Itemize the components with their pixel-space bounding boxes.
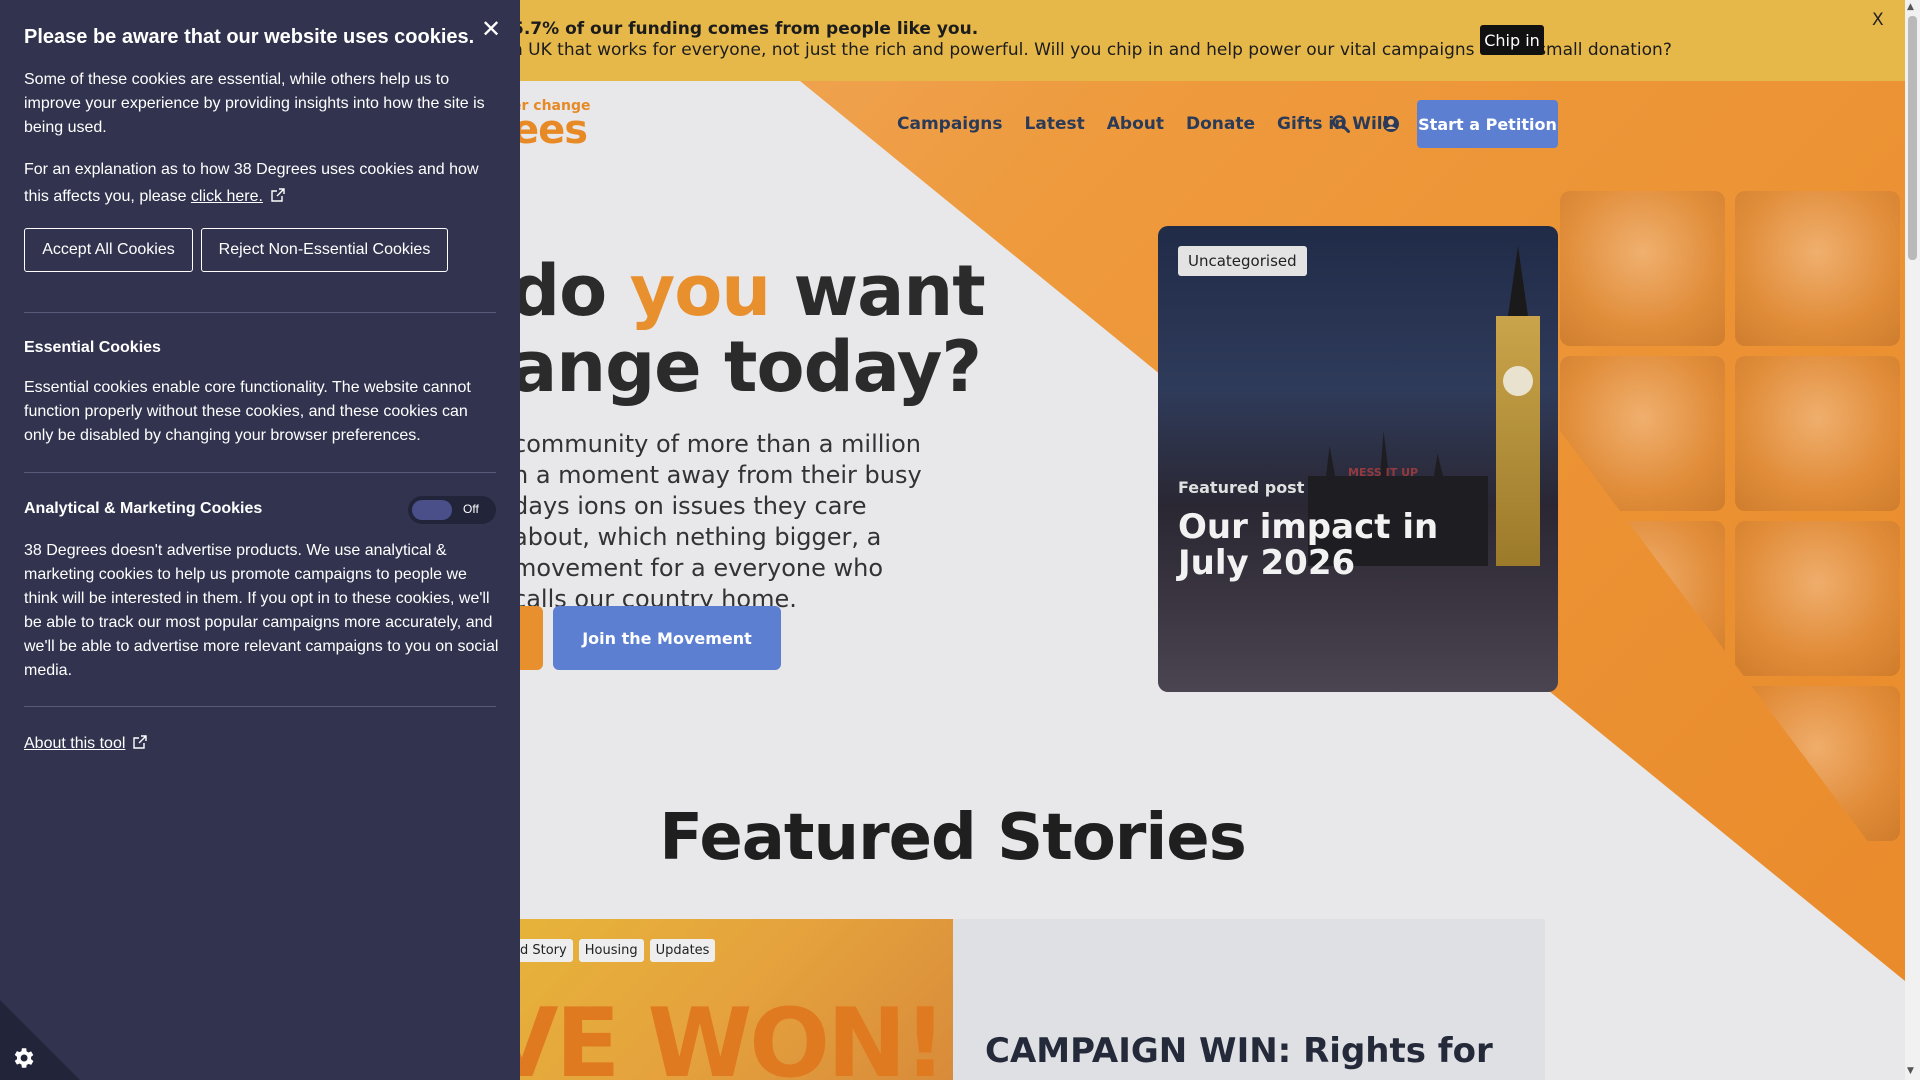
external-link-icon	[271, 188, 285, 202]
reject-non-essential-button[interactable]: Reject Non-Essential Cookies	[201, 228, 448, 272]
start-petition-button[interactable]: Start a Petition	[1417, 100, 1558, 148]
analytics-cookies-text: 38 Degrees doesn't advertise products. W…	[24, 542, 499, 679]
story-title[interactable]: CAMPAIGN WIN: Rights for	[985, 1031, 1493, 1071]
about-tool-link[interactable]: About this tool	[24, 735, 148, 753]
essential-cookies-text: Essential cookies enable core functional…	[24, 379, 471, 444]
about-tool-label: About this tool	[24, 735, 126, 752]
banner-headline: 5.7% of our funding comes from people li…	[512, 19, 979, 39]
building-projection: MESS IT UP	[1348, 466, 1419, 479]
divider	[24, 312, 496, 313]
chip-in-button[interactable]: Chip in	[1480, 25, 1544, 55]
headline-line2: ange today?	[510, 326, 982, 408]
story-tag[interactable]: Updates	[649, 939, 716, 962]
accept-all-cookies-button[interactable]: Accept All Cookies	[24, 228, 193, 272]
banner-close-button[interactable]: X	[1872, 10, 1884, 30]
headline-accent: you	[629, 250, 772, 332]
toggle-state-label: Off	[463, 502, 479, 516]
cookie-explanation: For an explanation as to how 38 Degrees …	[24, 156, 500, 210]
cookie-title: Please be aware that our website uses co…	[24, 26, 475, 48]
hero-intro: community of more than a million n a mom…	[513, 430, 922, 613]
scroll-down-arrow-icon[interactable]: ▼	[1907, 1066, 1914, 1076]
cookie-consent-panel: Please be aware that our website uses co…	[0, 0, 520, 1080]
join-movement-button[interactable]: Join the Movement	[553, 606, 781, 670]
story-image-text: VE WON!	[505, 989, 947, 1080]
nav-donate[interactable]: Donate	[1186, 114, 1255, 134]
nav-about[interactable]: About	[1107, 114, 1164, 134]
main-nav: Campaigns Latest About Donate Gifts in W…	[897, 114, 1399, 134]
hero-headline: do you want ange today?	[510, 250, 986, 408]
analytics-cookies-toggle[interactable]: Off	[408, 496, 496, 524]
external-link-icon	[133, 735, 148, 749]
story-panel: CAMPAIGN WIN: Rights for	[953, 919, 1545, 1080]
category-tag[interactable]: Uncategorised	[1178, 246, 1307, 276]
nav-latest[interactable]: Latest	[1025, 114, 1085, 134]
story-tag[interactable]: Housing	[578, 939, 644, 962]
essential-cookies-heading: Essential Cookies	[24, 339, 161, 356]
site-logo[interactable]: er change ees	[512, 98, 590, 150]
headline-part1: do	[510, 250, 630, 332]
close-icon[interactable]: ✕	[481, 15, 501, 44]
click-here-link[interactable]: click here.	[191, 188, 263, 205]
scrollbar-thumb[interactable]	[1908, 16, 1917, 260]
gear-icon[interactable]	[10, 1045, 36, 1071]
headline-part2: want	[770, 250, 986, 332]
logo-wordmark: ees	[512, 107, 588, 153]
featured-post-label: Featured post	[1178, 478, 1305, 497]
nav-campaigns[interactable]: Campaigns	[897, 114, 1003, 134]
scroll-up-arrow-icon[interactable]: ▲	[1907, 2, 1914, 12]
divider	[24, 472, 496, 473]
featured-post-title[interactable]: Our impact in July 2026	[1178, 509, 1508, 581]
user-icon[interactable]	[1382, 115, 1400, 133]
toggle-knob	[412, 500, 452, 520]
divider	[24, 706, 496, 707]
cookie-intro: Some of these cookies are essential, whi…	[24, 71, 485, 136]
search-icon[interactable]	[1332, 115, 1350, 133]
featured-post-card[interactable]: MESS IT UP Uncategorised Featured post O…	[1158, 226, 1558, 692]
analytics-cookies-heading: Analytical & Marketing Cookies	[24, 500, 263, 517]
story-tags: ed Story Housing Updates	[506, 939, 716, 962]
